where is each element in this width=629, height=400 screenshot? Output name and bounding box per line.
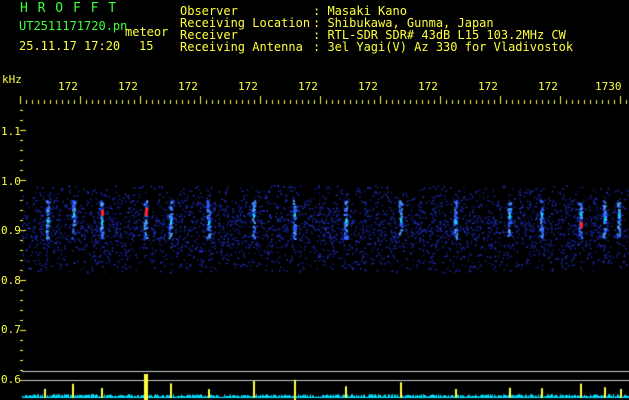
freq-tick: 0.9	[1, 224, 21, 237]
time-tick: 172	[238, 80, 258, 93]
freq-tick: 1.0	[1, 175, 21, 188]
minute-label: 15	[139, 39, 154, 53]
datetime-label: 25.11.17 17:20	[19, 39, 121, 53]
brand-title: H R O F F T	[20, 1, 118, 16]
spectrogram-canvas	[0, 0, 629, 400]
time-tick: 172	[58, 80, 78, 93]
freq-unit-label: kHz	[2, 73, 22, 86]
antenna-label: Receiving Antenna	[180, 40, 303, 54]
time-tick: 172	[298, 80, 318, 93]
time-tick: 172	[418, 80, 438, 93]
antenna-value: : 3el Yagi(V) Az 330 for Vladivostok	[313, 40, 574, 54]
time-tick: 172	[178, 80, 198, 93]
detection-tag: meteor	[125, 25, 169, 39]
time-tick: 1730	[595, 80, 622, 93]
freq-tick: 0.7	[1, 323, 21, 336]
time-tick: 172	[478, 80, 498, 93]
time-tick: 172	[538, 80, 558, 93]
time-tick: 172	[358, 80, 378, 93]
filename-label: UT2511171720.pn	[19, 19, 128, 33]
freq-tick: 0.6	[1, 373, 21, 386]
time-tick: 172	[118, 80, 138, 93]
freq-tick: 0.8	[1, 274, 21, 287]
freq-tick: 1.1	[1, 125, 21, 138]
